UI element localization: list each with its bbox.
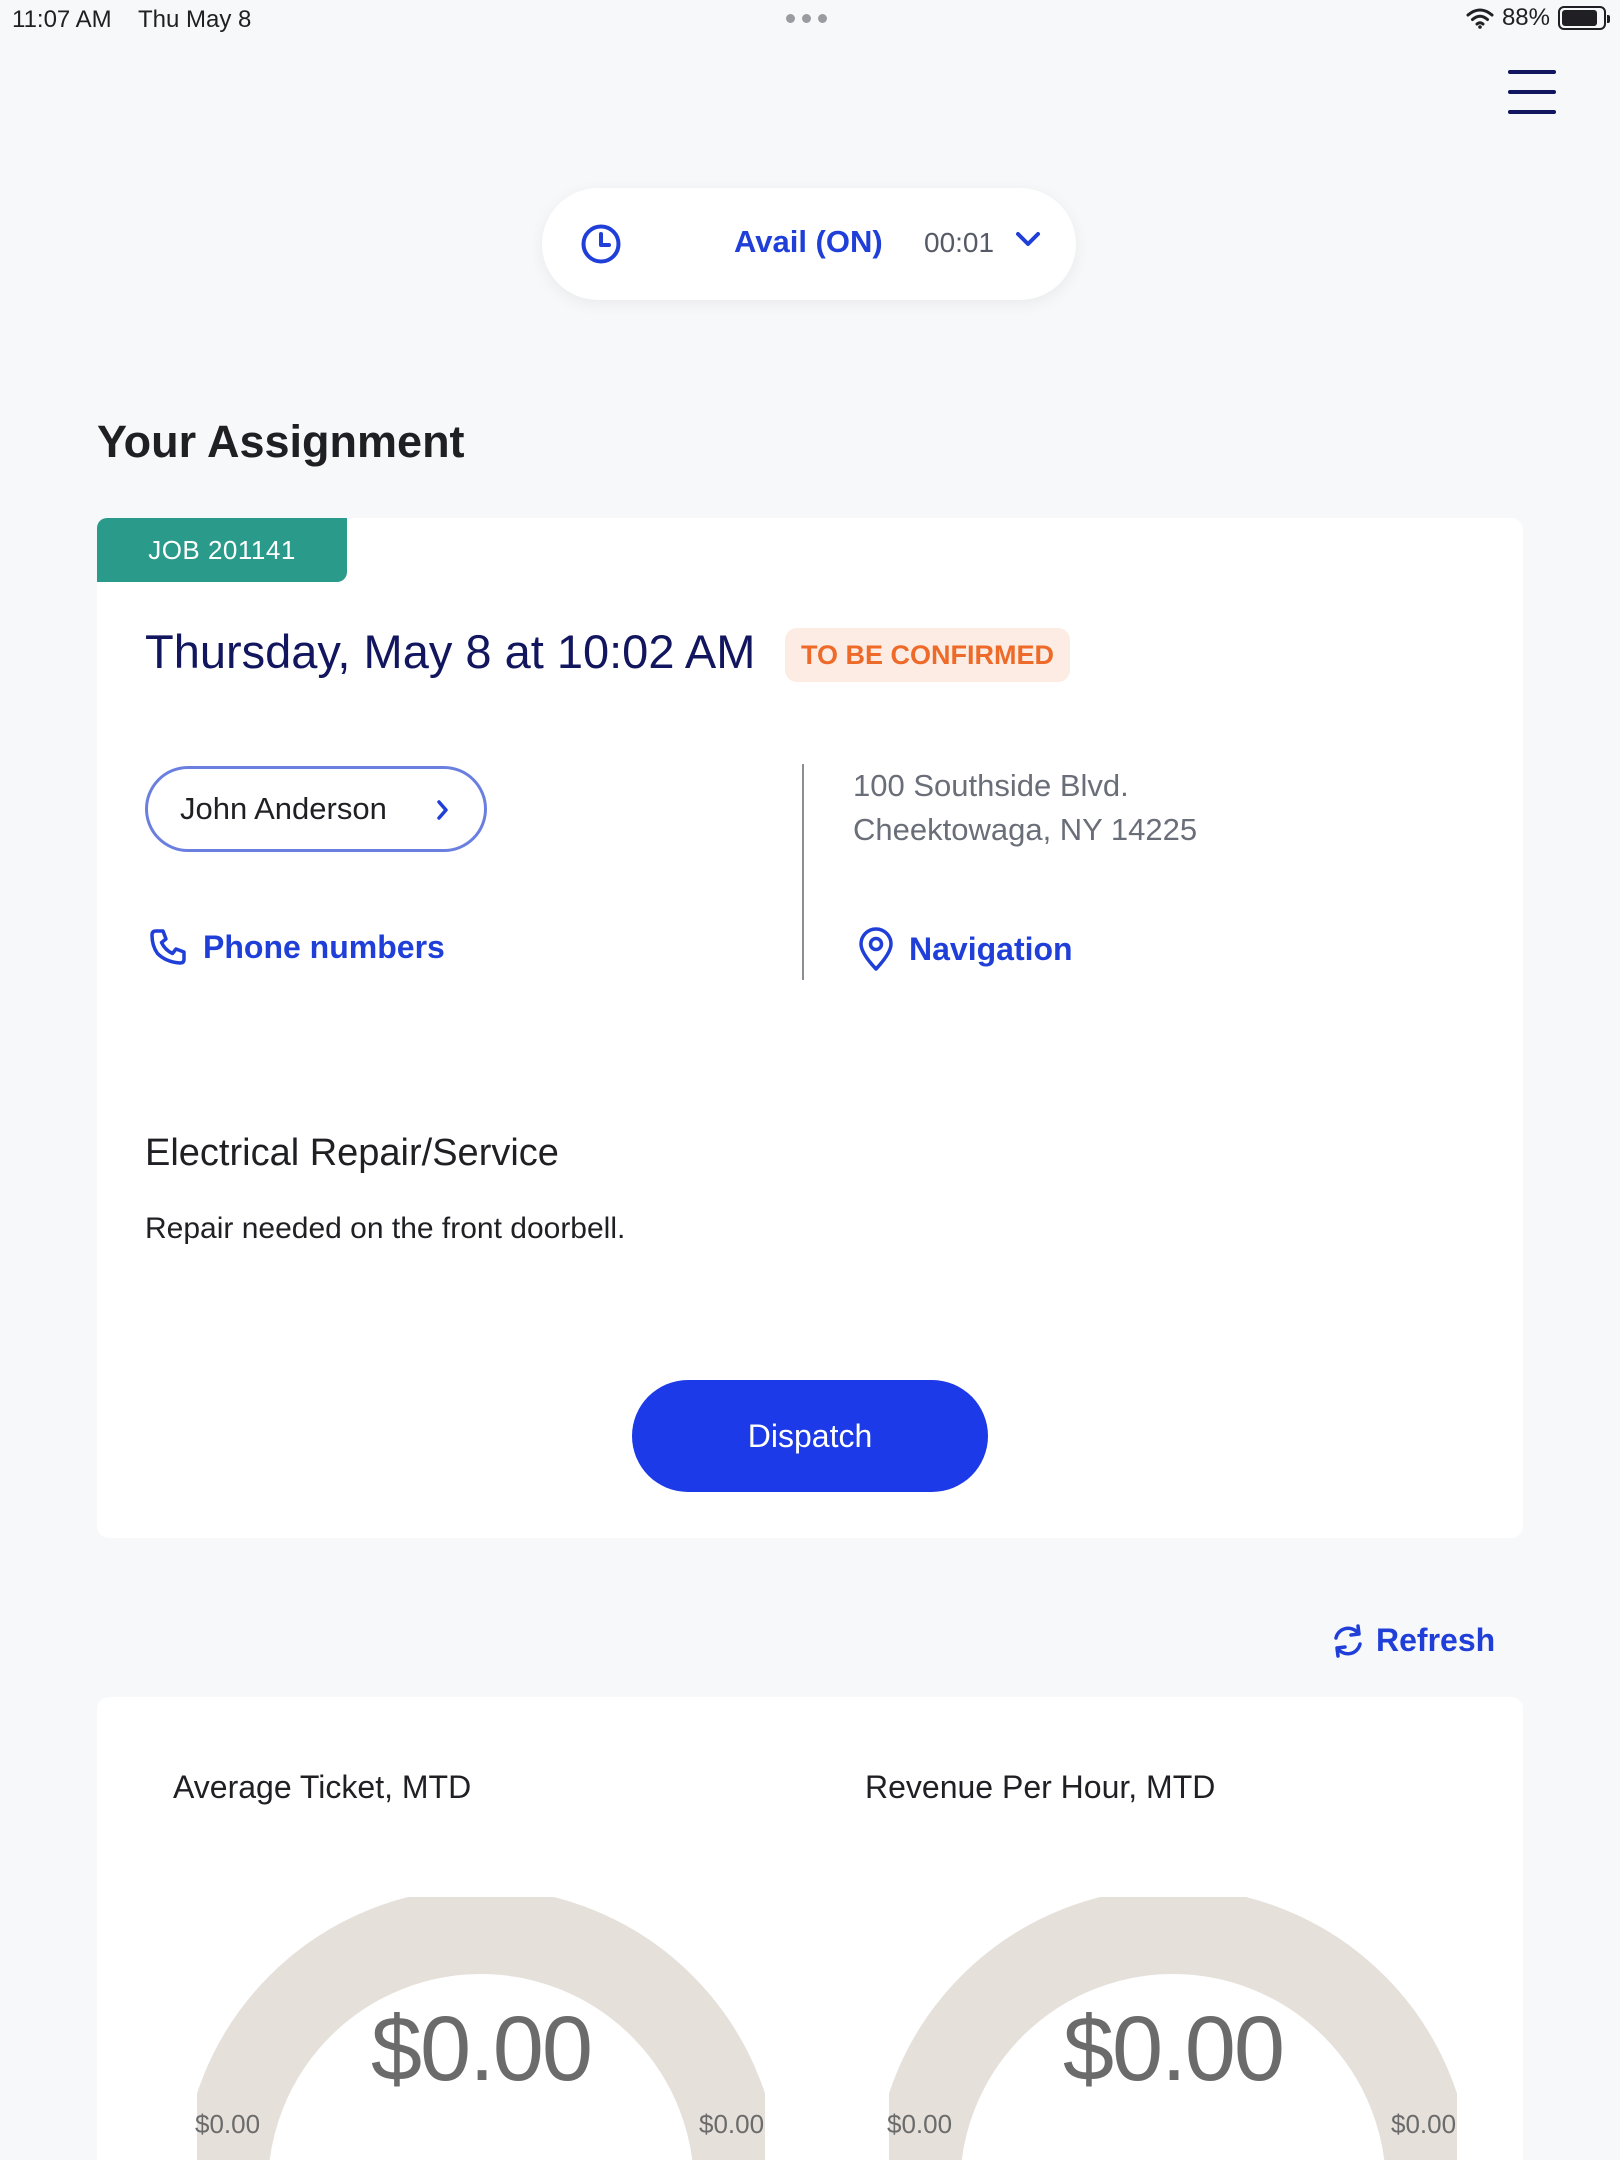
status-bar: 11:07 AM Thu May 8 88%	[0, 0, 1620, 40]
service-description: Repair needed on the front doorbell.	[145, 1212, 626, 1245]
wifi-icon	[1466, 8, 1494, 29]
dispatch-button[interactable]: Dispatch	[632, 1380, 988, 1492]
phone-icon	[150, 929, 186, 965]
metric-revenue-per-hour: Revenue Per Hour, MTD $0.00 $0.00 $0.00	[789, 1697, 1489, 2160]
availability-toggle[interactable]: Avail (ON) 00:01	[542, 188, 1076, 300]
divider	[802, 764, 804, 980]
chevron-right-icon	[437, 800, 448, 820]
phone-numbers-label: Phone numbers	[203, 928, 445, 965]
metric-title: Revenue Per Hour, MTD	[865, 1769, 1216, 1805]
battery-icon	[1558, 6, 1610, 30]
app-screen: 11:07 AM Thu May 8 88% Avail (ON) 00:01 …	[0, 0, 1620, 2160]
refresh-icon	[1334, 1623, 1362, 1658]
assignment-card: JOB 201141 Thursday, May 8 at 10:02 AM T…	[97, 518, 1523, 1538]
chevron-down-icon	[1016, 232, 1040, 246]
customer-button[interactable]: John Anderson	[145, 766, 487, 852]
section-title: Your Assignment	[97, 416, 465, 467]
navigation-label: Navigation	[909, 930, 1073, 967]
address-line-1: 100 Southside Blvd.	[853, 768, 1129, 803]
gauge-min-label: $0.00	[195, 2109, 261, 2139]
address-line-2: Cheektowaga, NY 14225	[853, 812, 1198, 847]
gauge-min-label: $0.00	[887, 2109, 953, 2139]
location-pin-icon	[859, 927, 893, 971]
availability-status: Avail (ON)	[734, 224, 883, 259]
metric-title: Average Ticket, MTD	[173, 1769, 472, 1805]
status-date: Thu May 8	[138, 6, 252, 33]
phone-numbers-link[interactable]: Phone numbers	[147, 926, 445, 968]
multitasking-dots-icon[interactable]	[786, 14, 827, 23]
job-number-tag: JOB 201141	[97, 518, 347, 582]
job-datetime: Thursday, May 8 at 10:02 AM	[145, 625, 756, 678]
availability-timer: 00:01	[924, 227, 995, 258]
gauge-max-label: $0.00	[1391, 2109, 1457, 2139]
customer-name: John Anderson	[180, 791, 387, 826]
clock-icon	[581, 224, 621, 264]
gauge-max-label: $0.00	[699, 2109, 765, 2139]
gauge-value: $0.00	[1062, 1998, 1285, 2100]
metric-average-ticket: Average Ticket, MTD $0.00 $0.00 $0.00	[97, 1697, 797, 2160]
refresh-label: Refresh	[1376, 1622, 1496, 1658]
status-time: 11:07 AM	[12, 6, 112, 33]
status-badge: TO BE CONFIRMED	[785, 628, 1071, 682]
battery-percent: 88%	[1501, 4, 1550, 31]
navigation-link[interactable]: Navigation	[857, 926, 1073, 972]
status-right: 88%	[1466, 4, 1610, 32]
gauge-value: $0.00	[370, 1998, 593, 2100]
refresh-button[interactable]: Refresh	[1330, 1622, 1495, 1659]
metrics-card: Average Ticket, MTD $0.00 $0.00 $0.00 Re…	[97, 1697, 1523, 2160]
service-title: Electrical Repair/Service	[145, 1132, 559, 1174]
hamburger-menu-icon[interactable]	[1508, 70, 1556, 114]
job-address: 100 Southside Blvd. Cheektowaga, NY 1422…	[853, 764, 1197, 852]
